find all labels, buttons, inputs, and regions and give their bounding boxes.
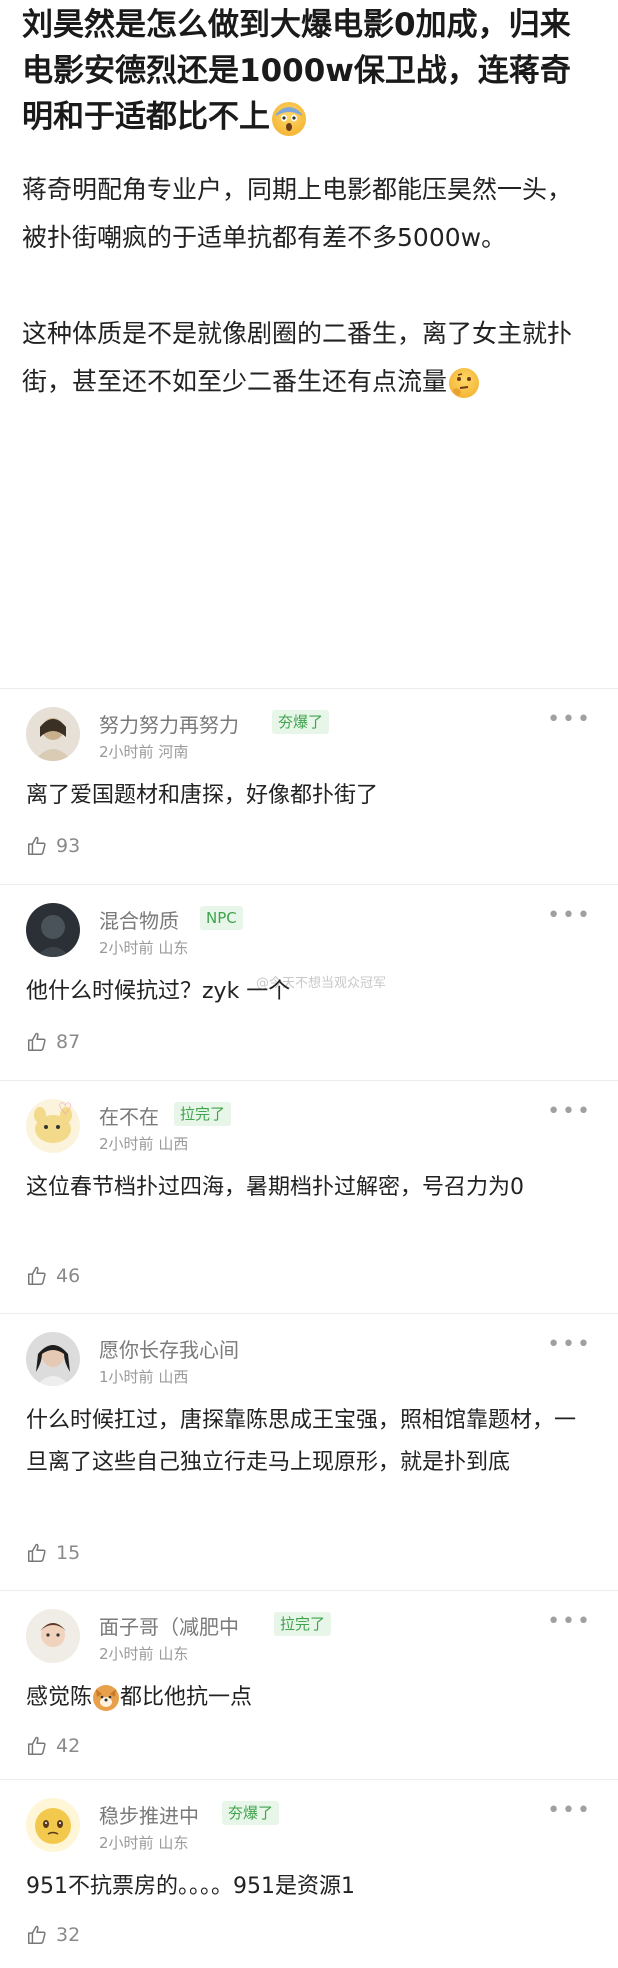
like-button[interactable]: 87 [26,1031,80,1053]
comment-meta: 2小时前 山东 [99,937,188,958]
comment-item: 稳步推进中 夯爆了 2小时前 山东 ••• 951不抗票房的。。。。951是资源… [0,1779,618,1968]
post: 刘昊然是怎么做到大爆电影0加成，归来电影安德烈还是1000w保卫战，连蒋奇明和于… [0,0,618,406]
like-button[interactable]: 93 [26,835,80,857]
dog-face-icon [93,1685,120,1711]
comment-meta: 2小时前 山东 [99,1832,188,1853]
comment-location: 山东 [158,939,189,957]
comment-time: 2小时前 [99,1645,154,1663]
comment-username[interactable]: 努力努力再努力 [99,709,239,738]
comment-meta: 2小时前 山东 [99,1643,188,1664]
status-badge: 拉完了 [174,1102,232,1126]
thinking-face-icon [449,368,480,398]
comment-text: 离了爱国题材和唐探，好像都扑街了 [26,783,379,808]
comment-text: 什么时候扛过，唐探靠陈思成王宝强，照相馆靠题材，一旦离了这些自己独立行走马上现原… [26,1408,577,1475]
like-count: 93 [56,835,81,857]
status-badge: 夯爆了 [272,710,330,734]
comment-meta: 2小时前 河南 [99,741,188,762]
like-button[interactable]: 15 [26,1542,80,1564]
thumbs-up-icon [28,1925,46,1944]
like-count: 32 [56,1924,81,1946]
more-options-icon[interactable]: ••• [547,1099,592,1124]
status-badge: NPC [200,906,243,930]
comment-location: 山东 [158,1645,189,1663]
status-badge: 夯爆了 [222,1801,280,1825]
comment-username[interactable]: 愿你长存我心间 [99,1334,239,1363]
face-screaming-in-fear-icon [272,101,306,136]
comment-time: 2小时前 [99,743,154,761]
comment-location: 山东 [158,1834,189,1852]
more-options-icon[interactable]: ••• [547,1332,592,1357]
post-title: 刘昊然是怎么做到大爆电影0加成，归来电影安德烈还是1000w保卫战，连蒋奇明和于… [22,7,571,136]
avatar[interactable] [26,1798,80,1852]
like-count: 46 [56,1265,81,1287]
like-count: 42 [56,1735,81,1757]
comment-meta: 2小时前 山西 [99,1133,188,1154]
avatar[interactable] [26,1609,80,1663]
heart-icon: ♡ [58,1099,73,1118]
comment-text: 他什么时候抗过？zyk 一个 [26,979,291,1004]
comment-meta: 1小时前 山西 [99,1366,188,1387]
comment-location: 河南 [158,743,189,761]
more-options-icon[interactable]: ••• [547,1798,592,1823]
comment-time: 2小时前 [99,939,154,957]
post-paragraph-1: 蒋奇明配角专业户，同期上电影都能压昊然一头，被扑街嘲疯的于适单抗都有差不多500… [22,175,573,252]
like-count: 15 [56,1542,81,1564]
comment-item: 面子哥（减肥中 拉完了 2小时前 山东 ••• 感觉陈 都比他抗一点 42 [0,1590,618,1779]
thumbs-up-icon [28,836,46,855]
comment-text: 这位春节档扑过四海，暑期档扑过解密，号召力为0 [26,1175,524,1200]
like-button[interactable]: 32 [26,1924,80,1946]
thumbs-up-icon [28,1543,46,1562]
comment-location: 山西 [158,1368,189,1386]
more-options-icon[interactable]: ••• [547,903,592,928]
more-options-icon[interactable]: ••• [547,1609,592,1634]
comment-item: 努力努力再努力 夯爆了 2小时前 河南 ••• 离了爱国题材和唐探，好像都扑街了… [0,688,618,884]
comment-list: 努力努力再努力 夯爆了 2小时前 河南 ••• 离了爱国题材和唐探，好像都扑街了… [0,688,618,1968]
avatar[interactable] [26,707,80,761]
comment-text: 感觉陈 都比他抗一点 [26,1685,253,1711]
post-paragraph-2: 这种体质是不是就像剧圈的二番生，离了女主就扑街，甚至还不如至少二番生还有点流量 [22,319,573,398]
thumbs-up-icon [28,1266,46,1285]
like-button[interactable]: 46 [26,1265,80,1287]
like-count: 87 [56,1031,81,1053]
comment-item: 在不在 ♡ 拉完了 2小时前 山西 ••• 这位春节档扑过四海，暑期档扑过解密，… [0,1080,618,1313]
comment-username[interactable]: 混合物质 [99,905,179,934]
comment-text: 951不抗票房的。。。。951是资源1 [26,1874,355,1899]
comment-time: 2小时前 [99,1135,154,1153]
comment-username[interactable]: 在不在 [99,1101,159,1130]
comment-username[interactable]: 面子哥（减肥中 [99,1611,239,1640]
like-button[interactable]: 42 [26,1735,80,1757]
more-options-icon[interactable]: ••• [547,707,592,732]
comment-item: 愿你长存我心间 1小时前 山西 ••• 什么时候扛过，唐探靠陈思成王宝强，照相馆… [0,1313,618,1590]
avatar[interactable] [26,903,80,957]
comment-location: 山西 [158,1135,189,1153]
comment-time: 1小时前 [99,1368,154,1386]
comment-time: 2小时前 [99,1834,154,1852]
status-badge: 拉完了 [274,1612,332,1636]
thumbs-up-icon [28,1736,46,1755]
comment-item: 混合物质 NPC 2小时前 山东 ••• 他什么时候抗过？zyk 一个 87 [0,884,618,1080]
thumbs-up-icon [28,1032,46,1051]
avatar[interactable] [26,1332,80,1386]
comment-username[interactable]: 稳步推进中 [99,1800,199,1829]
